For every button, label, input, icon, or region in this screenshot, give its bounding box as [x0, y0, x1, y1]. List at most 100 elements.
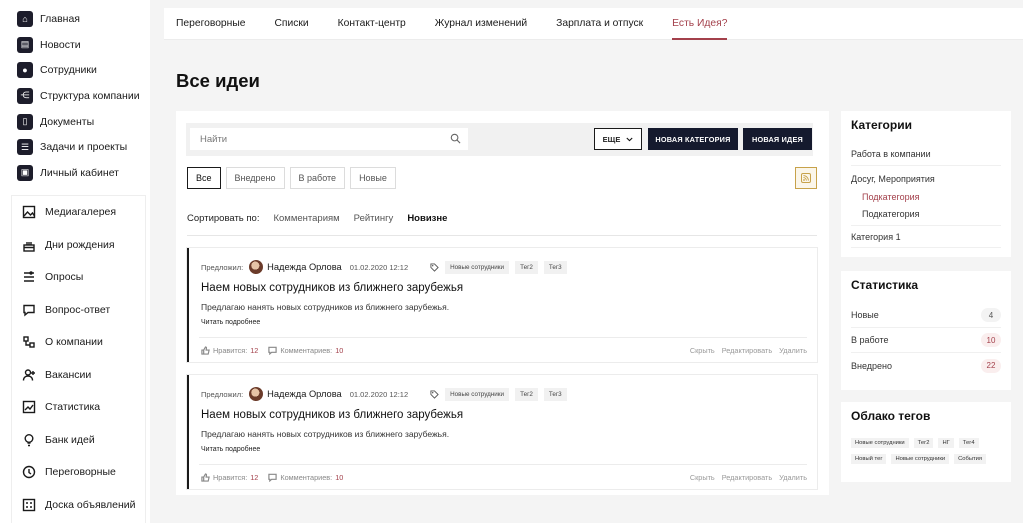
subcategory-item[interactable]: Подкатегория [851, 188, 1001, 205]
tab-ideas[interactable]: Есть Идея? [672, 8, 728, 40]
sort-by-newest[interactable]: Новизне [407, 213, 447, 224]
idea-title[interactable]: Наем новых сотрудников из ближнего заруб… [201, 409, 463, 421]
sidebar-item-statistics[interactable]: Статистика [12, 391, 145, 424]
filter-implemented[interactable]: Внедрено [225, 167, 285, 189]
search-input[interactable]: Найти [190, 128, 468, 150]
thumbs-up-icon [201, 346, 210, 355]
likes-count: 12 [250, 346, 259, 355]
tag-link[interactable]: Тег2 [913, 438, 934, 448]
sidebar-item-about[interactable]: О компании [12, 326, 145, 359]
tag-chip[interactable]: Тег2 [515, 387, 538, 401]
comment-icon [268, 473, 278, 482]
sidebar-item-documents[interactable]: ▯ Документы [0, 109, 150, 135]
sidebar-item-structure[interactable]: ⋲ Структура компании [0, 83, 150, 109]
idea-date: 01.02.2020 12:12 [349, 262, 409, 272]
news-icon: ▤ [17, 36, 33, 53]
sidebar-item-home[interactable]: ⌂ Главная [0, 6, 150, 32]
main-nav: ⌂ Главная ▤ Новости ● Сотрудники ⋲ Струк… [0, 0, 150, 186]
sort-by-rating[interactable]: Рейтингу [354, 213, 394, 224]
idea-card: Предложил: Надежда Орлова 01.02.2020 12:… [187, 375, 817, 489]
filter-all[interactable]: Все [187, 167, 221, 189]
comments-button[interactable]: Комментариев: 10 [268, 346, 343, 355]
likes-count: 12 [250, 473, 259, 482]
idea-title[interactable]: Наем новых сотрудников из ближнего заруб… [201, 282, 463, 294]
sidebar-gutter [150, 0, 164, 523]
secondary-nav: Медиагалерея Дни рождения Опросы Вопрос-… [12, 196, 145, 523]
page-title: Все идеи [176, 70, 260, 91]
tag-chip[interactable]: Новые сотрудники [445, 387, 510, 401]
sidebar-item-label: Документы [40, 115, 95, 128]
subcategory-item[interactable]: Подкатегория [851, 205, 1001, 222]
read-more-link[interactable]: Читать подробнее [201, 446, 260, 453]
search-icon[interactable] [450, 133, 461, 144]
author-name[interactable]: Надежда Орлова [267, 262, 342, 272]
chevron-down-icon [626, 137, 633, 141]
sidebar-item-label: Доска объявлений [45, 498, 136, 511]
tab-changelog[interactable]: Журнал изменений [435, 8, 527, 40]
category-item[interactable]: Работа в компании [851, 143, 1001, 166]
sidebar-item-profile[interactable]: ▣ Личный кабинет [0, 160, 150, 186]
idea-description: Предлагаю нанять новых сотрудников из бл… [201, 302, 450, 312]
edit-button[interactable]: Редактировать [722, 346, 772, 355]
hide-button[interactable]: Скрыть [690, 346, 715, 355]
tab-salary[interactable]: Зарплата и отпуск [556, 8, 643, 40]
search-placeholder: Найти [200, 133, 228, 145]
category-item[interactable]: Категория 1 [851, 225, 1001, 248]
tag-chip[interactable]: Тег2 [515, 260, 538, 274]
sidebar-item-vacancies[interactable]: Вакансии [12, 359, 145, 392]
stat-row[interactable]: Новые 4 [851, 303, 1001, 328]
tag-link[interactable]: НГ [938, 438, 954, 448]
like-button[interactable]: Нравится: 12 [201, 346, 258, 355]
sidebar-item-meeting-rooms[interactable]: Переговорные [12, 456, 145, 489]
edit-button[interactable]: Редактировать [722, 473, 772, 482]
sidebar-item-news[interactable]: ▤ Новости [0, 32, 150, 58]
idea-footer: Нравится: 12 Комментариев: 10 [201, 346, 353, 355]
sidebar-item-media[interactable]: Медиагалерея [12, 196, 145, 229]
new-idea-button[interactable]: НОВАЯ ИДЕЯ [743, 128, 812, 150]
sidebar-item-tasks[interactable]: ☰ Задачи и проекты [0, 134, 150, 160]
sidebar-item-label: Личный кабинет [40, 166, 119, 179]
tab-contact-center[interactable]: Контакт-центр [338, 8, 406, 40]
delete-button[interactable]: Удалить [779, 346, 807, 355]
tag-chip[interactable]: Новые сотрудники [445, 260, 510, 274]
tag-link[interactable]: Новый тег [851, 454, 887, 464]
tag-chip[interactable]: Тег3 [543, 387, 567, 401]
read-more-link[interactable]: Читать подробнее [201, 319, 260, 326]
tab-meeting-rooms[interactable]: Переговорные [176, 8, 245, 40]
hide-button[interactable]: Скрыть [690, 473, 715, 482]
tab-lists[interactable]: Списки [274, 8, 308, 40]
sidebar-item-ideas[interactable]: Банк идей [12, 424, 145, 457]
sidebar-item-faq[interactable]: Вопрос-ответ [12, 294, 145, 327]
rss-button[interactable] [795, 167, 817, 189]
stat-row[interactable]: В работе 10 [851, 328, 1001, 353]
tag-link[interactable]: Новые сотрудники [891, 454, 950, 464]
tag-chip[interactable]: Тег3 [543, 260, 567, 274]
tag-link[interactable]: Тег4 [958, 438, 979, 448]
idea-meta: Предложил: Надежда Орлова 01.02.2020 12:… [201, 387, 573, 401]
sidebar-item-board[interactable]: Доска объявлений [12, 489, 145, 522]
tag-link[interactable]: События [954, 454, 987, 464]
new-category-button[interactable]: НОВАЯ КАТЕГОРИЯ [648, 128, 738, 150]
sidebar-item-label: Структура компании [40, 89, 140, 102]
filter-new[interactable]: Новые [350, 167, 396, 189]
filter-in-progress[interactable]: В работе [289, 167, 346, 189]
company-icon [22, 335, 36, 349]
sidebar-item-birthdays[interactable]: Дни рождения [12, 229, 145, 262]
divider [199, 337, 807, 338]
sort-by-comments[interactable]: Комментариям [273, 213, 339, 224]
like-button[interactable]: Нравится: 12 [201, 473, 258, 482]
comments-button[interactable]: Комментариев: 10 [268, 473, 343, 482]
sidebar-item-label: Новости [40, 38, 81, 51]
more-dropdown[interactable]: ЕЩЕ [594, 128, 642, 150]
comments-label: Комментариев: [280, 346, 333, 355]
tag-link[interactable]: Новые сотрудники [851, 438, 909, 448]
author-name[interactable]: Надежда Орлова [267, 389, 342, 399]
tag-cloud-title: Облако тегов [851, 409, 931, 423]
sidebar-item-polls[interactable]: Опросы [12, 261, 145, 294]
sidebar-item-employees[interactable]: ● Сотрудники [0, 57, 150, 83]
thumbs-up-icon [201, 473, 210, 482]
stat-row[interactable]: Внедрено 22 [851, 353, 1001, 378]
category-item[interactable]: Досуг, Мероприятия [851, 170, 1001, 188]
delete-button[interactable]: Удалить [779, 473, 807, 482]
sidebar-item-label: Вакансии [45, 368, 92, 381]
